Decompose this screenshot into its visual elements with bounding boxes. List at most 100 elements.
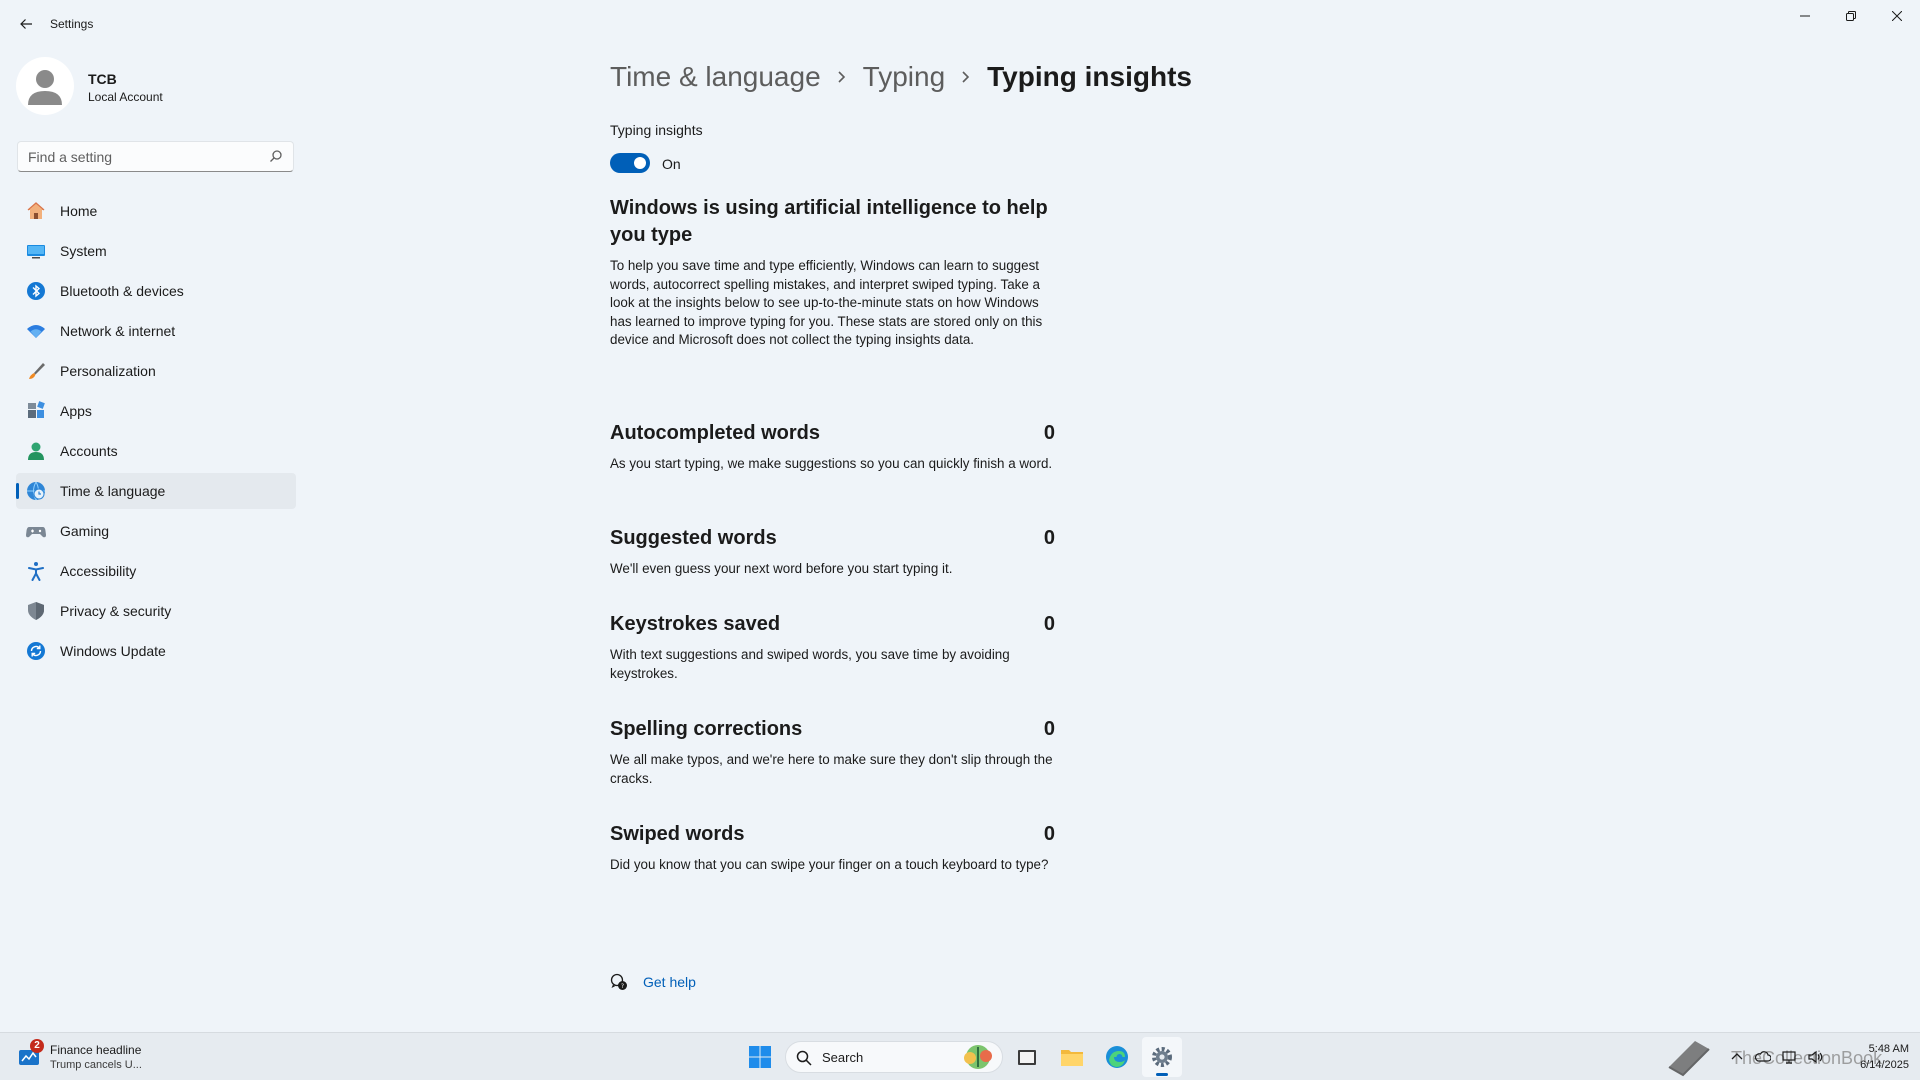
taskbar-settings[interactable] bbox=[1142, 1037, 1182, 1077]
stat-title: Suggested words bbox=[610, 527, 777, 549]
sidebar-item-label: Gaming bbox=[60, 523, 110, 539]
breadcrumb-item-time-language[interactable]: Time & language bbox=[610, 61, 821, 93]
gamepad-icon bbox=[26, 521, 46, 541]
minimize-icon bbox=[1800, 15, 1810, 17]
chevron-up-icon[interactable] bbox=[1729, 1049, 1745, 1065]
start-icon bbox=[749, 1046, 771, 1068]
stat-value: 0 bbox=[1043, 527, 1055, 549]
breadcrumb: Time & language Typing Typing insights bbox=[610, 55, 1192, 99]
back-button[interactable] bbox=[12, 10, 40, 38]
restore-button[interactable] bbox=[1828, 0, 1874, 32]
sidebar-nav: Home System Bluetooth & devices Network … bbox=[16, 193, 296, 673]
svg-text:?: ? bbox=[621, 983, 624, 990]
setting-search-box bbox=[17, 141, 294, 172]
sidebar-item-bluetooth-devices[interactable]: Bluetooth & devices bbox=[16, 273, 296, 309]
sidebar-item-windows-update[interactable]: Windows Update bbox=[16, 633, 296, 669]
brush-icon bbox=[26, 361, 46, 381]
book-watermark-icon bbox=[1668, 1041, 1710, 1077]
search-icon bbox=[269, 149, 283, 163]
profile-account-type: Local Account bbox=[88, 90, 163, 104]
breadcrumb-item-typing[interactable]: Typing bbox=[863, 61, 946, 93]
stat-description: Did you know that you can swipe your fin… bbox=[610, 857, 1049, 872]
minimize-button[interactable] bbox=[1782, 0, 1828, 32]
sidebar-item-home[interactable]: Home bbox=[16, 193, 296, 229]
onedrive-icon[interactable] bbox=[1755, 1049, 1771, 1065]
setting-search-input[interactable] bbox=[18, 142, 258, 171]
stat-value: 0 bbox=[1043, 718, 1055, 740]
avatar bbox=[16, 57, 74, 115]
chevron-right-icon bbox=[945, 70, 987, 84]
sidebar-item-label: Home bbox=[60, 203, 98, 219]
sidebar-item-network-internet[interactable]: Network & internet bbox=[16, 313, 296, 349]
shield-icon bbox=[26, 601, 46, 621]
apps-icon bbox=[26, 401, 46, 421]
sidebar-item-personalization[interactable]: Personalization bbox=[16, 353, 296, 389]
taskbar-edge[interactable] bbox=[1097, 1037, 1137, 1077]
news-widget[interactable]: 2 Finance headline Trump cancels U... bbox=[18, 1039, 218, 1073]
stat-description: As you start typing, we make suggestions… bbox=[610, 456, 1053, 471]
stat-title: Swiped words bbox=[610, 823, 745, 845]
stat-description: We all make typos, and we're here to mak… bbox=[610, 752, 1053, 786]
sidebar-item-privacy-security[interactable]: Privacy & security bbox=[16, 593, 296, 629]
sidebar-item-accounts[interactable]: Accounts bbox=[16, 433, 296, 469]
volume-icon[interactable] bbox=[1807, 1049, 1823, 1065]
toggle-state-label: On bbox=[662, 156, 681, 172]
sidebar-item-label: Windows Update bbox=[60, 643, 166, 659]
taskbar-file-explorer[interactable] bbox=[1052, 1037, 1092, 1077]
person-icon bbox=[26, 441, 46, 461]
wifi-icon bbox=[26, 321, 46, 341]
sidebar-item-label: System bbox=[60, 243, 107, 259]
ai-description: To help you save time and type efficient… bbox=[610, 258, 1043, 348]
ai-heading: Windows is using artificial intelligence… bbox=[610, 197, 1048, 246]
sidebar-item-label: Privacy & security bbox=[60, 603, 172, 619]
bluetooth-icon bbox=[26, 281, 46, 301]
close-button[interactable] bbox=[1874, 0, 1920, 32]
stat-description: With text suggestions and swiped words, … bbox=[610, 647, 1010, 681]
profile-name: TCB bbox=[88, 71, 117, 87]
widget-subtitle: Trump cancels U... bbox=[50, 1059, 142, 1071]
sidebar-item-label: Accounts bbox=[60, 443, 118, 459]
sidebar-item-label: Time & language bbox=[60, 483, 166, 499]
title-bar: Settings bbox=[0, 0, 1920, 48]
user-profile[interactable]: TCB Local Account bbox=[16, 57, 296, 117]
sidebar-item-accessibility[interactable]: Accessibility bbox=[16, 553, 296, 589]
taskbar-search[interactable]: Search bbox=[785, 1041, 1003, 1073]
search-icon bbox=[796, 1050, 812, 1066]
stat-title: Keystrokes saved bbox=[610, 613, 781, 635]
start-button[interactable] bbox=[740, 1037, 780, 1077]
get-help-link[interactable]: ? Get help bbox=[610, 972, 696, 992]
network-icon[interactable] bbox=[1781, 1049, 1797, 1065]
sidebar-item-apps[interactable]: Apps bbox=[16, 393, 296, 429]
file-explorer-icon bbox=[1018, 1050, 1036, 1065]
stat-value: 0 bbox=[1043, 823, 1055, 845]
stat-title: Spelling corrections bbox=[610, 718, 803, 740]
system-tray: TheCollectionBook 5:48 AM 6/14/2025 bbox=[1665, 1037, 1920, 1077]
update-icon bbox=[26, 641, 46, 661]
sidebar-item-label: Apps bbox=[60, 403, 92, 419]
clock-time[interactable]: 5:48 AM bbox=[1857, 1043, 1909, 1055]
edge-icon bbox=[1106, 1046, 1128, 1068]
folder-icon bbox=[1061, 1050, 1083, 1066]
sidebar-item-system[interactable]: System bbox=[16, 233, 296, 269]
settings-icon bbox=[1152, 1047, 1172, 1067]
stat-description: We'll even guess your next word before y… bbox=[610, 561, 953, 576]
search-highlight-icon bbox=[964, 1045, 992, 1069]
typing-insights-toggle[interactable] bbox=[610, 153, 650, 173]
taskbar-task-view[interactable] bbox=[1007, 1037, 1047, 1077]
notification-badge: 2 bbox=[30, 1039, 44, 1053]
page-title: Typing insights bbox=[987, 61, 1192, 92]
clock-date[interactable]: 6/14/2025 bbox=[1843, 1059, 1909, 1071]
help-chat-icon: ? bbox=[610, 973, 627, 990]
sidebar-item-time-language[interactable]: Time & language bbox=[16, 473, 296, 509]
taskbar-search-label: Search bbox=[822, 1050, 864, 1065]
monitor-icon bbox=[26, 241, 46, 261]
get-help-label: Get help bbox=[643, 974, 696, 990]
widget-title: Finance headline bbox=[50, 1043, 142, 1057]
typing-insights-toggle-label: Typing insights bbox=[610, 122, 703, 138]
chevron-right-icon bbox=[821, 70, 863, 84]
taskbar: 2 Finance headline Trump cancels U... Se… bbox=[0, 1032, 1920, 1080]
stat-value: 0 bbox=[1043, 422, 1055, 444]
sidebar-item-label: Personalization bbox=[60, 363, 156, 379]
sidebar-item-label: Accessibility bbox=[60, 563, 137, 579]
sidebar-item-gaming[interactable]: Gaming bbox=[16, 513, 296, 549]
